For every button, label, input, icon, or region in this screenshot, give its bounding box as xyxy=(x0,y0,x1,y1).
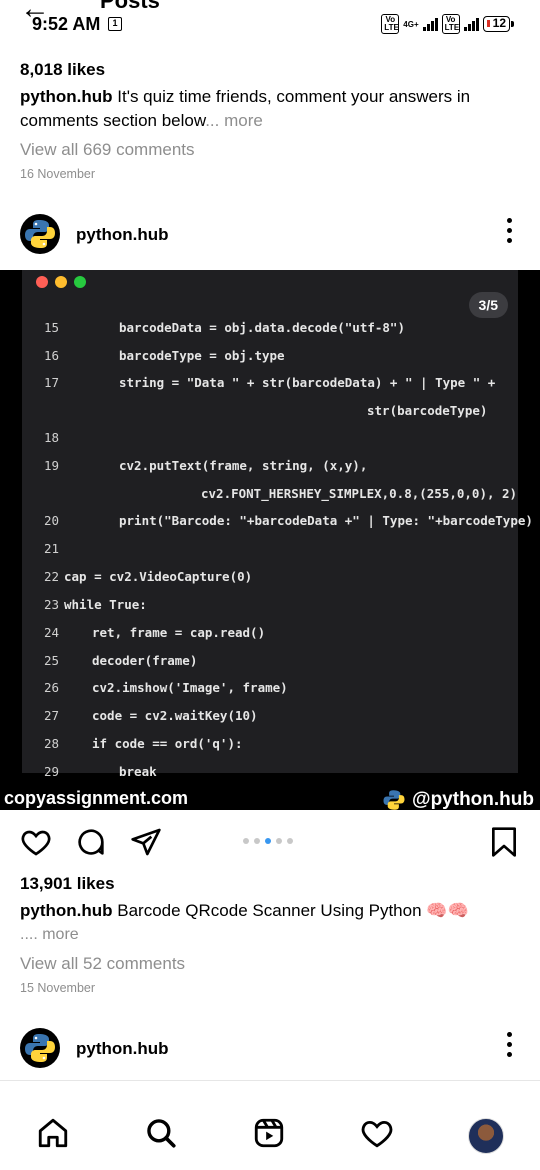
code-line: cap = cv2.VideoCapture(0) xyxy=(64,569,253,584)
like-count[interactable]: 13,901 likes xyxy=(20,874,115,894)
code-line: str(barcodeType) xyxy=(367,403,488,418)
window-controls xyxy=(36,276,86,288)
view-comments-link[interactable]: View all 52 comments xyxy=(20,954,185,974)
more-vertical-icon[interactable] xyxy=(506,1032,512,1057)
reels-icon[interactable] xyxy=(252,1116,286,1155)
post-caption: python.hub Barcode QRcode Scanner Using … xyxy=(20,899,520,923)
signal-icon-2 xyxy=(463,17,479,31)
caption-username[interactable]: python.hub xyxy=(20,901,113,920)
code-line: print("Barcode: "+barcodeData +" | Type:… xyxy=(119,513,533,528)
line-number: 24 xyxy=(44,625,60,640)
comment-bubble-icon[interactable] xyxy=(75,826,107,863)
line-number: 23 xyxy=(44,597,60,612)
watermark-handle: @python.hub xyxy=(380,786,534,814)
watermark-handle-text: @python.hub xyxy=(412,789,534,810)
post-header: python.hub xyxy=(0,208,540,268)
bottom-nav xyxy=(0,1102,540,1170)
page-title: Posts xyxy=(100,0,160,13)
status-bar: ← Posts 9:52 AM 1 Vo LTE 4G+ Vo LTE 12 xyxy=(0,0,540,48)
network-type: 4G+ xyxy=(403,19,419,29)
post-caption: python.hub It's quiz time friends, comme… xyxy=(20,85,520,133)
line-number: 25 xyxy=(44,653,60,668)
post-date: 16 November xyxy=(20,167,96,181)
code-line: if code == ord('q'): xyxy=(92,736,243,751)
python-logo-icon xyxy=(25,220,55,248)
code-line: barcodeData = obj.data.decode("utf-8") xyxy=(119,320,405,335)
code-line: cv2.putText(frame, string, (x,y), xyxy=(119,458,368,473)
code-line: break xyxy=(119,764,157,779)
volte-icon-2: Vo LTE xyxy=(441,14,460,34)
sim-indicator: 1 xyxy=(108,17,122,31)
heart-icon[interactable] xyxy=(20,826,52,863)
line-number: 22 xyxy=(44,569,60,584)
line-number: 27 xyxy=(44,708,60,723)
more-vertical-icon[interactable] xyxy=(506,218,512,243)
code-line: string = "Data " + str(barcodeData) + " … xyxy=(119,375,496,390)
code-line: ret, frame = cap.read() xyxy=(92,625,266,640)
nav-divider xyxy=(0,1080,540,1081)
post-image[interactable]: 3/5 15 barcodeData = obj.data.decode("utf… xyxy=(0,270,540,810)
code-line: decoder(frame) xyxy=(92,653,198,668)
battery-icon: 12 xyxy=(482,16,515,32)
search-icon[interactable] xyxy=(144,1116,178,1155)
code-line: cv2.FONT_HERSHEY_SIMPLEX,0.8,(255,0,0), … xyxy=(201,486,518,501)
python-logo-icon xyxy=(383,790,405,810)
avatar[interactable] xyxy=(20,214,60,254)
signal-icon xyxy=(422,17,438,31)
home-icon[interactable] xyxy=(36,1116,70,1155)
carousel-dot xyxy=(254,838,260,844)
post-username[interactable]: python.hub xyxy=(76,225,169,245)
caption-emoji: 🧠🧠 xyxy=(426,901,469,920)
code-line: code = cv2.waitKey(10) xyxy=(92,708,258,723)
post-date: 15 November xyxy=(20,981,96,995)
line-number: 17 xyxy=(44,375,60,390)
line-number: 20 xyxy=(44,513,60,528)
minimize-dot xyxy=(55,276,67,288)
profile-avatar[interactable] xyxy=(468,1118,504,1154)
watermark-site: copyassignment.com xyxy=(4,788,189,808)
python-logo-icon xyxy=(25,1034,55,1062)
volte-icon: Vo LTE xyxy=(381,14,400,34)
line-number: 28 xyxy=(44,736,60,751)
battery-level: 12 xyxy=(492,16,506,30)
line-number: 21 xyxy=(44,541,60,556)
code-editor-image: 3/5 15 barcodeData = obj.data.decode("utf… xyxy=(22,270,533,779)
line-number: 16 xyxy=(44,348,60,363)
bookmark-icon[interactable] xyxy=(490,826,518,863)
paper-plane-icon[interactable] xyxy=(130,826,162,863)
more-link[interactable]: .... more xyxy=(20,926,79,944)
post-actions xyxy=(0,818,540,868)
caption-text: Barcode QRcode Scanner Using Python xyxy=(117,901,422,920)
post-username[interactable]: python.hub xyxy=(76,1039,169,1059)
maximize-dot xyxy=(74,276,86,288)
like-count[interactable]: 8,018 likes xyxy=(20,60,105,80)
next-post-header: python.hub xyxy=(0,1022,540,1082)
code-line: barcodeType = obj.type xyxy=(119,348,285,363)
carousel-dot xyxy=(265,838,271,844)
line-number: 19 xyxy=(44,458,60,473)
caption-username[interactable]: python.hub xyxy=(20,87,113,106)
carousel-indicator xyxy=(243,838,293,844)
more-link[interactable]: ... more xyxy=(205,111,263,130)
code-line: cv2.imshow('Image', frame) xyxy=(92,680,288,695)
carousel-dot xyxy=(287,838,293,844)
close-dot xyxy=(36,276,48,288)
carousel-dot xyxy=(243,838,249,844)
view-comments-link[interactable]: View all 669 comments xyxy=(20,140,195,160)
carousel-counter: 3/5 xyxy=(468,292,508,318)
status-time: 9:52 AM xyxy=(32,14,101,34)
line-number: 29 xyxy=(44,764,60,779)
line-number: 15 xyxy=(44,320,60,335)
activity-heart-icon[interactable] xyxy=(360,1116,394,1155)
line-number: 26 xyxy=(44,680,60,695)
carousel-dot xyxy=(276,838,282,844)
code-line: while True: xyxy=(64,597,147,612)
avatar[interactable] xyxy=(20,1028,60,1068)
line-number: 18 xyxy=(44,430,60,445)
status-icons: Vo LTE 4G+ Vo LTE 12 xyxy=(381,14,515,34)
